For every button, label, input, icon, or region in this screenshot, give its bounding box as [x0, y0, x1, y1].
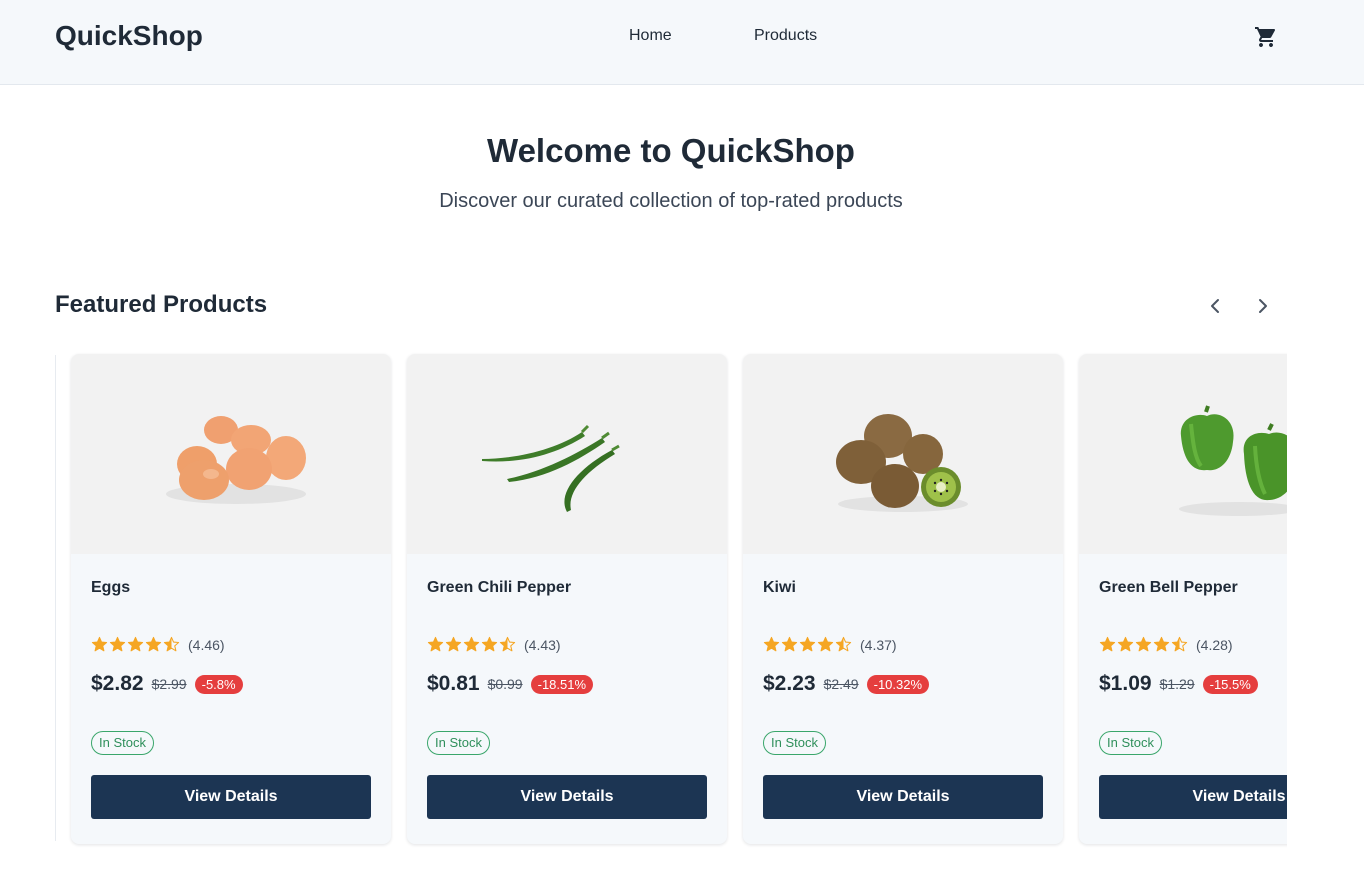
star-icon [799, 636, 816, 652]
current-price: $0.81 [427, 672, 480, 695]
star-icon [145, 636, 162, 652]
product-image[interactable] [407, 354, 727, 554]
original-price: $0.99 [487, 676, 523, 692]
original-price: $2.99 [151, 676, 187, 692]
product-image[interactable] [1079, 354, 1287, 554]
product-name[interactable]: Kiwi [763, 579, 796, 597]
stock-badge: In Stock [1099, 731, 1162, 755]
product-card[interactable]: Kiwi (4.37) $2.23 $2.49 -10.32% In Stock… [743, 354, 1063, 844]
star-icon [463, 636, 480, 652]
product-rating: (4.46) [91, 636, 225, 653]
price-row: $2.82 $2.99 -5.8% [91, 672, 243, 696]
hero-subtitle: Discover our curated collection of top-r… [439, 190, 903, 212]
product-name[interactable]: Green Bell Pepper [1099, 579, 1238, 597]
current-price: $2.82 [91, 672, 144, 695]
current-price: $2.23 [763, 672, 816, 695]
product-carousel[interactable]: Eggs (4.46) $2.82 $2.99 -5.8% In Stock V… [55, 345, 1287, 865]
discount-badge: -5.8% [194, 674, 243, 694]
product-card[interactable]: Green Bell Pepper (4.28) $1.09 $1.29 -15… [1079, 354, 1287, 844]
stock-badge: In Stock [91, 731, 154, 755]
stock-badge: In Stock [427, 731, 490, 755]
star-icon [1117, 636, 1134, 652]
view-details-button[interactable]: View Details [763, 775, 1043, 819]
star-icon [91, 636, 108, 652]
product-card[interactable]: Green Chili Pepper (4.43) $0.81 $0.99 -1… [407, 354, 727, 844]
eggs-image [166, 416, 306, 504]
stock-badge: In Stock [763, 731, 826, 755]
green-chili-pepper-image [482, 424, 620, 512]
hero-title: Welcome to QuickShop [487, 132, 855, 169]
discount-badge: -18.51% [530, 674, 594, 694]
star-icon [1153, 636, 1170, 652]
star-icon [499, 636, 516, 652]
star-icon [481, 636, 498, 652]
price-row: $1.09 $1.29 -15.5% [1099, 672, 1258, 696]
site-header: QuickShop Home Products [0, 0, 1364, 85]
rating-value: (4.43) [524, 636, 561, 653]
product-name[interactable]: Green Chili Pepper [427, 579, 571, 597]
star-icon [109, 636, 126, 652]
original-price: $2.49 [823, 676, 859, 692]
rating-value: (4.37) [860, 636, 897, 653]
rating-stars [91, 636, 180, 653]
current-price: $1.09 [1099, 672, 1152, 695]
view-details-button[interactable]: View Details [1099, 775, 1287, 819]
rating-value: (4.28) [1196, 636, 1233, 653]
view-details-button[interactable]: View Details [427, 775, 707, 819]
brand-logo[interactable]: QuickShop [55, 20, 203, 52]
nav-home-link[interactable]: Home [629, 27, 672, 45]
nav-products-link[interactable]: Products [754, 27, 817, 45]
rating-stars [763, 636, 852, 653]
green-bell-pepper-image [1179, 405, 1287, 516]
price-row: $0.81 $0.99 -18.51% [427, 672, 594, 696]
star-icon [163, 636, 180, 652]
rating-stars [1099, 636, 1188, 653]
rating-stars [427, 636, 516, 653]
star-icon [763, 636, 780, 652]
star-icon [1171, 636, 1188, 652]
star-icon [1135, 636, 1152, 652]
star-icon [781, 636, 798, 652]
view-details-button[interactable]: View Details [91, 775, 371, 819]
product-card[interactable]: Eggs (4.46) $2.82 $2.99 -5.8% In Stock V… [71, 354, 391, 844]
chevron-left-icon[interactable] [1203, 294, 1227, 318]
product-name[interactable]: Eggs [91, 579, 130, 597]
product-image[interactable] [743, 354, 1063, 554]
price-row: $2.23 $2.49 -10.32% [763, 672, 930, 696]
star-icon [127, 636, 144, 652]
star-icon [427, 636, 444, 652]
previous-card-edge [55, 355, 56, 841]
star-icon [1099, 636, 1116, 652]
star-icon [835, 636, 852, 652]
kiwi-image [836, 414, 968, 512]
product-rating: (4.43) [427, 636, 561, 653]
discount-badge: -10.32% [866, 674, 930, 694]
product-rating: (4.28) [1099, 636, 1233, 653]
rating-value: (4.46) [188, 636, 225, 653]
original-price: $1.29 [1159, 676, 1195, 692]
product-rating: (4.37) [763, 636, 897, 653]
featured-products-title: Featured Products [55, 291, 268, 318]
discount-badge: -15.5% [1202, 674, 1258, 694]
product-image[interactable] [71, 354, 391, 554]
chevron-right-icon[interactable] [1251, 294, 1275, 318]
star-icon [445, 636, 462, 652]
star-icon [817, 636, 834, 652]
shopping-cart-icon[interactable] [1254, 25, 1278, 49]
